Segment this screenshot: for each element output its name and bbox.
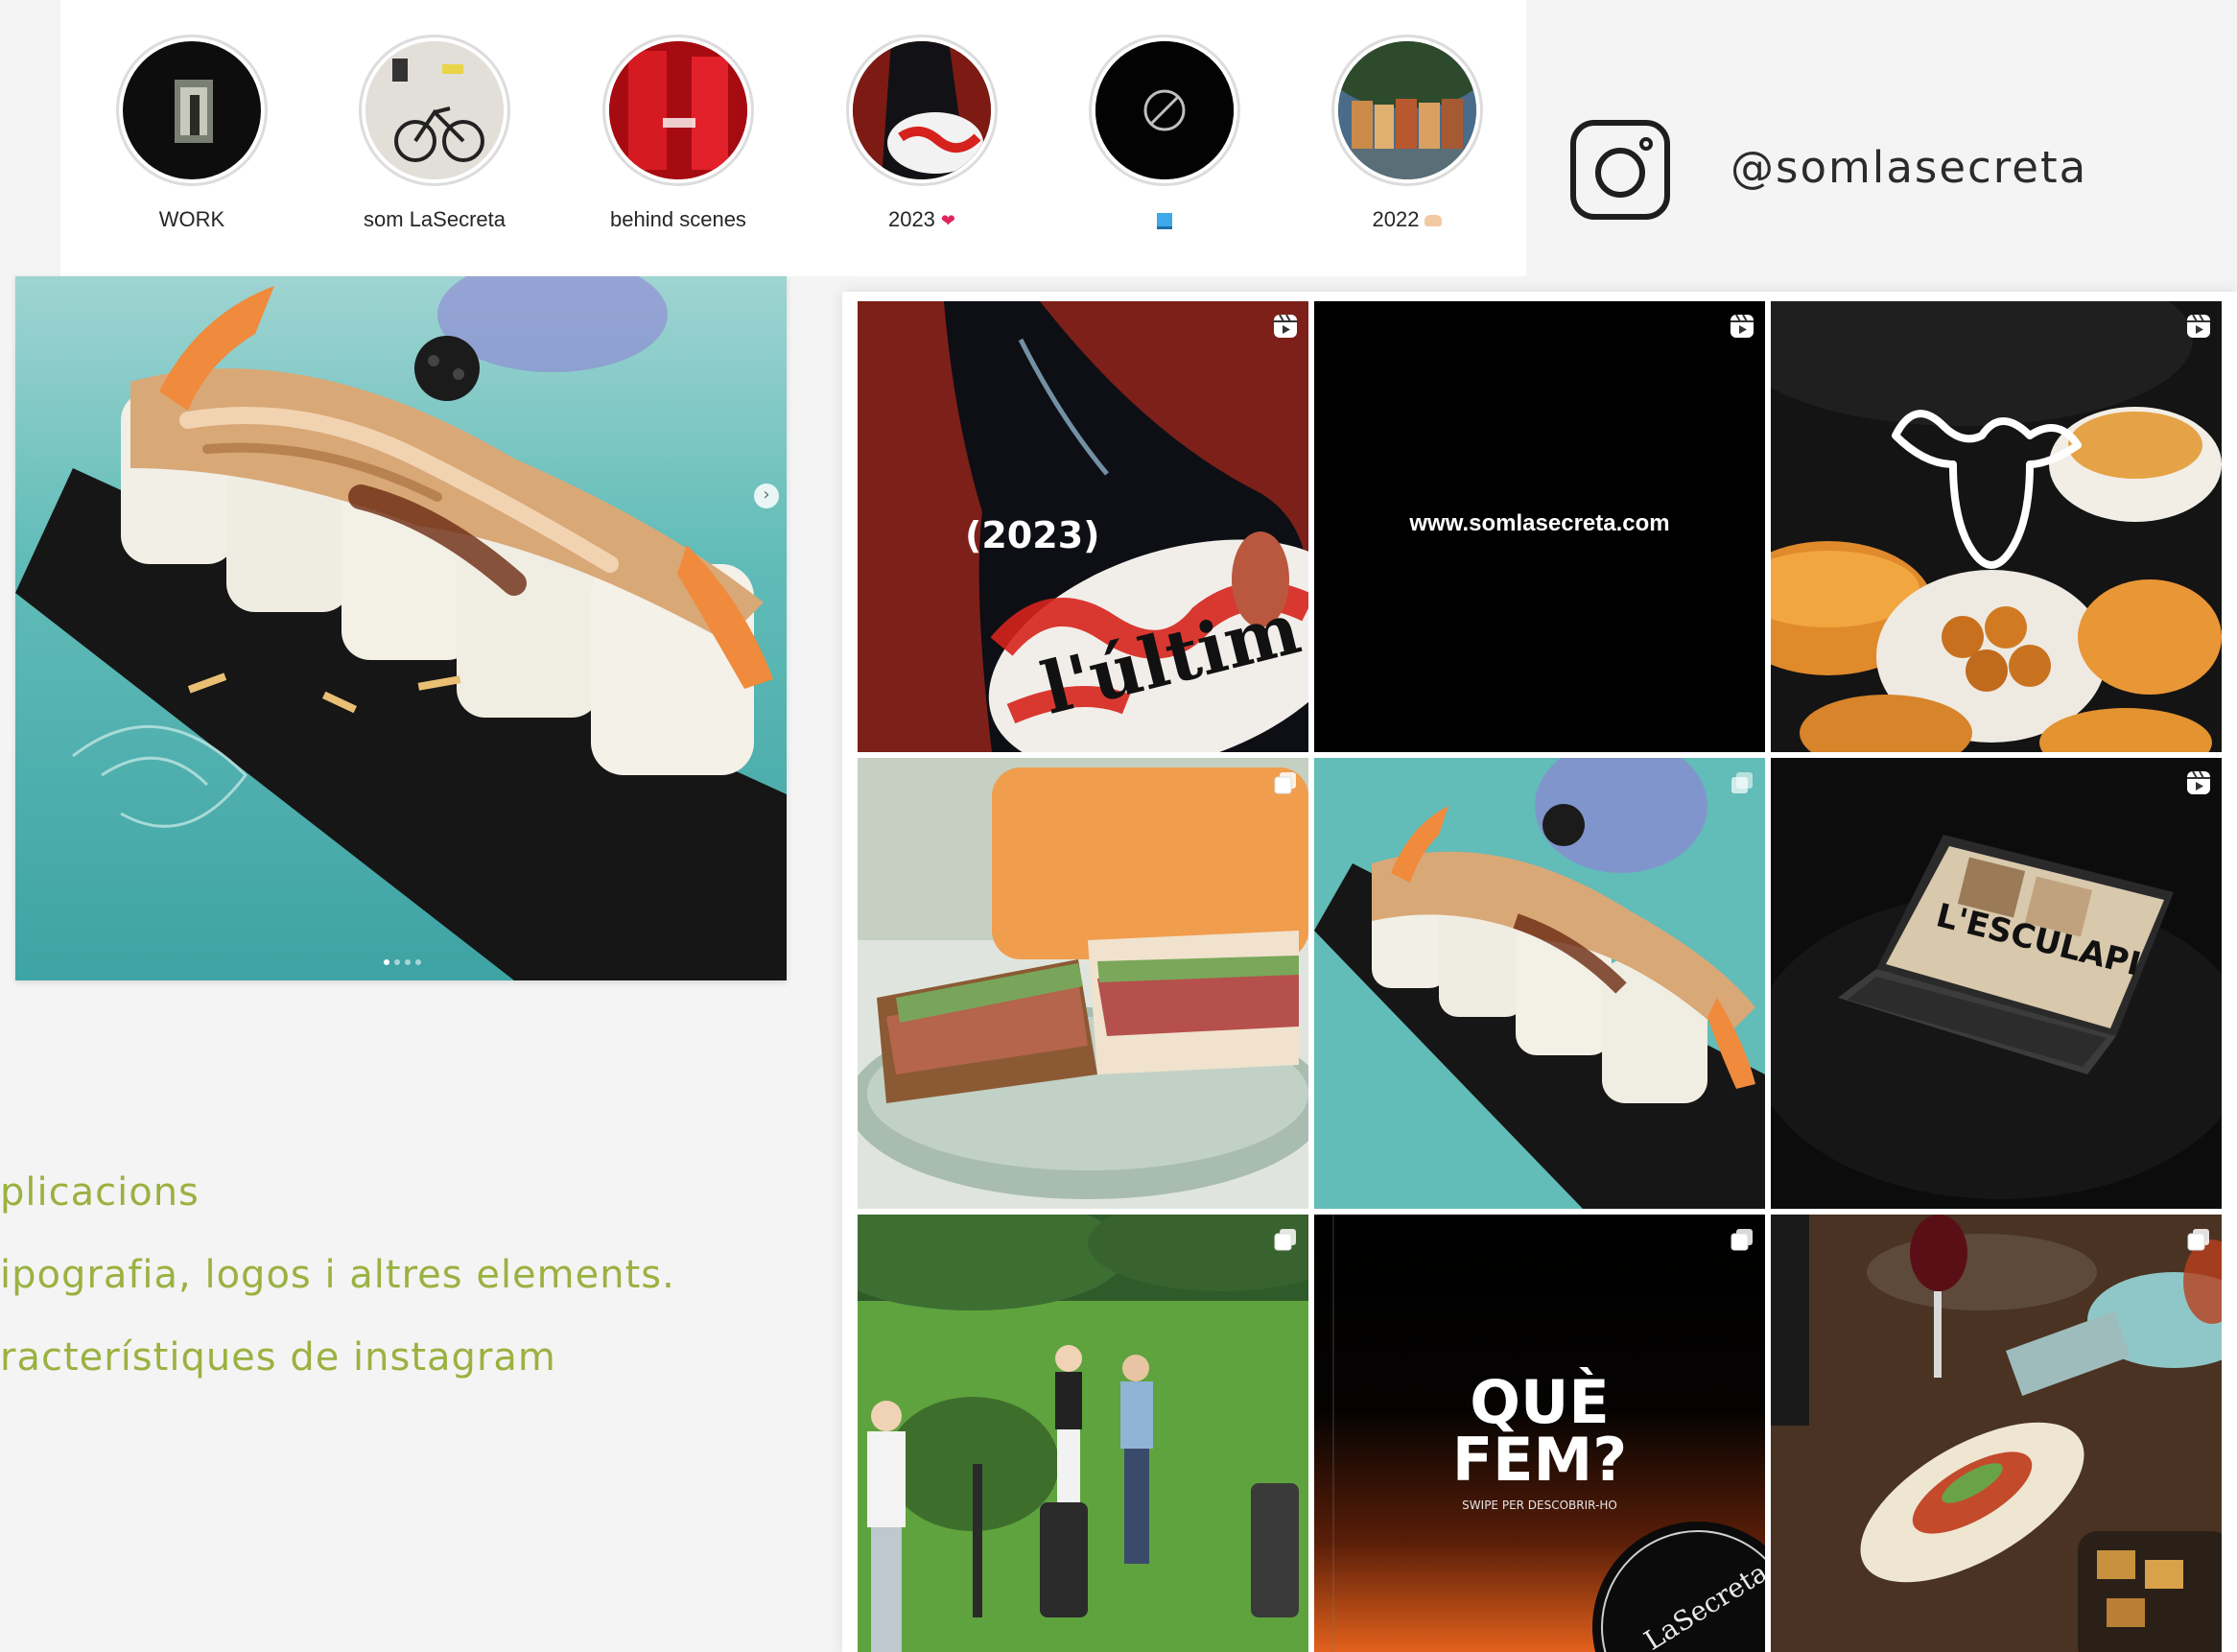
highlight-thumbnail	[1338, 41, 1476, 179]
highlight-label: 2023 ❤	[887, 207, 956, 231]
highlight-thumbnail	[1095, 41, 1234, 179]
carousel-post-icon	[1729, 1226, 1755, 1253]
instagram-handle[interactable]: @somlasecreta	[1731, 142, 2087, 193]
carousel-dot	[384, 959, 389, 965]
highlight-thumbnail	[123, 41, 261, 179]
feature-item: racterístiques de instagram	[0, 1335, 556, 1380]
grid-post-que-fem[interactable]: QUÈ FEM? SWIPE PER DESCOBRIR-HO LaSecret…	[1314, 1215, 1765, 1652]
grid-post-restaurant-table[interactable]	[1771, 1215, 2222, 1652]
reel-icon	[1729, 313, 1755, 340]
grid-post-burgers[interactable]	[1771, 301, 2222, 752]
grid-post-laptop[interactable]: L'ESCULAPI	[1771, 758, 2222, 1209]
highlight-ring	[602, 35, 754, 186]
feature-item: plicacions	[0, 1170, 200, 1215]
highlight-2022[interactable]: 2022	[1311, 35, 1503, 232]
feature-item: ipografia, logos i altres elements.	[0, 1253, 675, 1297]
carousel-post-icon	[1272, 769, 1299, 796]
highlight-blue-square[interactable]	[1069, 35, 1260, 232]
carousel-post-icon	[1729, 769, 1755, 796]
highlight-ring	[359, 35, 510, 186]
reel-icon	[2185, 313, 2212, 340]
carousel-post-icon	[2185, 1226, 2212, 1253]
grid-post-wine-bottle[interactable]: (2023) l'últim	[858, 301, 1308, 752]
post-text: (2023)	[965, 514, 1100, 556]
highlight-label: WORK	[158, 207, 225, 231]
instagram-grid: (2023) l'últim www.somlasecreta.com L'ES…	[842, 292, 2237, 1652]
highlight-ring	[846, 35, 998, 186]
carousel-dots	[384, 959, 421, 965]
highlight-behind-scenes[interactable]: behind scenes	[582, 35, 774, 232]
featured-post-image[interactable]	[15, 276, 787, 980]
highlight-ring	[1089, 35, 1240, 186]
highlight-2023[interactable]: 2023 ❤	[826, 35, 1018, 232]
highlight-work[interactable]: WORK	[96, 35, 288, 232]
highlight-thumbnail	[853, 41, 991, 179]
highlight-label: som LaSecreta	[364, 207, 506, 231]
highlight-thumbnail	[609, 41, 747, 179]
features-list: plicacions ipografia, logos i altres ele…	[0, 1151, 767, 1399]
carousel-post-icon	[1272, 1226, 1299, 1253]
post-text: www.somlasecreta.com	[1409, 510, 1670, 536]
grid-post-sandwich[interactable]	[858, 758, 1308, 1209]
post-headline-line1: QUÈ	[1470, 1367, 1610, 1437]
reel-icon	[1272, 313, 1299, 340]
highlight-thumbnail	[365, 41, 504, 179]
highlight-label: behind scenes	[610, 207, 746, 231]
reel-icon	[2185, 769, 2212, 796]
grid-post-golf[interactable]	[858, 1215, 1308, 1652]
instagram-icon[interactable]	[1569, 119, 1671, 221]
highlight-label	[1069, 207, 1260, 232]
heart-hands-emoji-icon	[1425, 215, 1443, 227]
highlight-ring	[116, 35, 268, 186]
highlight-ring	[1331, 35, 1483, 186]
highlight-label: 2022	[1311, 207, 1503, 232]
post-subtext: SWIPE PER DESCOBRIR-HO	[1462, 1499, 1617, 1512]
grid-post-sushi[interactable]	[1314, 758, 1765, 1209]
post-headline-line2: FEM?	[1451, 1425, 1628, 1495]
carousel-dot	[415, 959, 421, 965]
grid-post-website[interactable]: www.somlasecreta.com	[1314, 301, 1765, 752]
carousel-dot	[405, 959, 411, 965]
story-highlights-bar: WORK som LaSecreta behind scenes 2023 ❤ …	[60, 0, 1526, 276]
heart-emoji-icon: ❤	[940, 211, 956, 230]
blue-square-emoji-icon	[1157, 212, 1172, 229]
highlight-som-lasecreta[interactable]: som LaSecreta	[339, 35, 530, 232]
carousel-dot	[394, 959, 400, 965]
carousel-next-button[interactable]: ›	[754, 484, 779, 508]
